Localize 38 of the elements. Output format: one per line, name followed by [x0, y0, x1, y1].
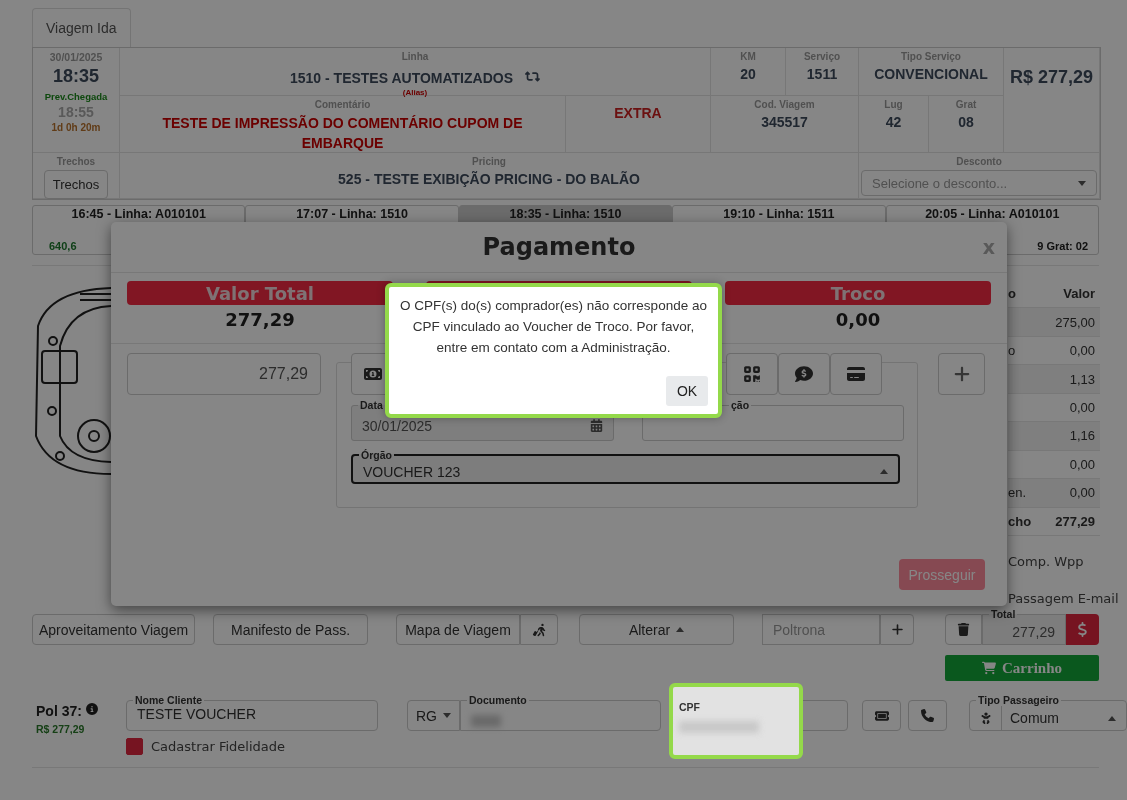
pricing-name: 525 - TESTE EXIBIÇÃO PRICING - DO BALÃO: [338, 171, 640, 187]
checkbox-label: Cadastrar Fidelidade: [151, 739, 285, 754]
line-name: 1510 - TESTES AUTOMATIZADOS: [290, 70, 513, 86]
table-cell: 0,00: [1069, 485, 1095, 501]
summary-value: 0,00: [835, 309, 881, 330]
table-cell: cho: [1008, 513, 1032, 529]
departure-time: 18:35: [52, 66, 99, 87]
arrival-label: Prev.Chegada: [44, 91, 108, 102]
table-cell: 0,00: [1069, 399, 1095, 415]
summary-header: Valor Total: [127, 281, 393, 305]
table-cell: 1,13: [1069, 371, 1095, 387]
table-cell: 277,29: [1055, 513, 1095, 529]
table-cell: o: [1008, 343, 1016, 359]
field-value: 08: [958, 114, 974, 130]
table-cell: 1,16: [1069, 428, 1095, 444]
table-cell: 0,00: [1069, 343, 1095, 359]
table-cell: 275,00: [1055, 314, 1095, 330]
dialog-title: Pagamento: [482, 233, 636, 261]
line-alias: (Alias): [402, 88, 428, 97]
field-value: 345517: [761, 114, 808, 130]
field-value: 42: [885, 114, 902, 130]
field-value: 20: [740, 66, 756, 82]
table-cell: en.: [1008, 485, 1027, 501]
column-header: Valor: [1063, 286, 1095, 302]
field-value: 1511: [806, 66, 838, 82]
trip-comment: TESTE DE IMPRESSÃO DO COMENTÁRIO CUPOM DE EMBARQUE: [161, 114, 524, 153]
summary-value: 277,29: [225, 309, 295, 330]
trip-price: R$ 277,29: [1009, 67, 1094, 88]
seat-price: R$ 277,29: [36, 723, 86, 735]
extra-tag: EXTRA: [614, 105, 662, 121]
column-header: o: [1008, 286, 1016, 302]
trip-duration: 1d 0h 20m: [51, 122, 101, 133]
total-field: Total 277,29: [982, 608, 1066, 645]
field-value: CONVENCIONAL: [874, 66, 988, 82]
table-cell: 0,00: [1069, 456, 1095, 472]
alert-message: O CPF(s) do(s) comprador(es) não corresponde ao CPF vinculado ao Voucher de Troco. Por favor, entre em contato com a Administração.: [399, 297, 708, 357]
seat-number: Pol 37:: [36, 703, 82, 719]
summary-header: Troco: [725, 281, 991, 305]
